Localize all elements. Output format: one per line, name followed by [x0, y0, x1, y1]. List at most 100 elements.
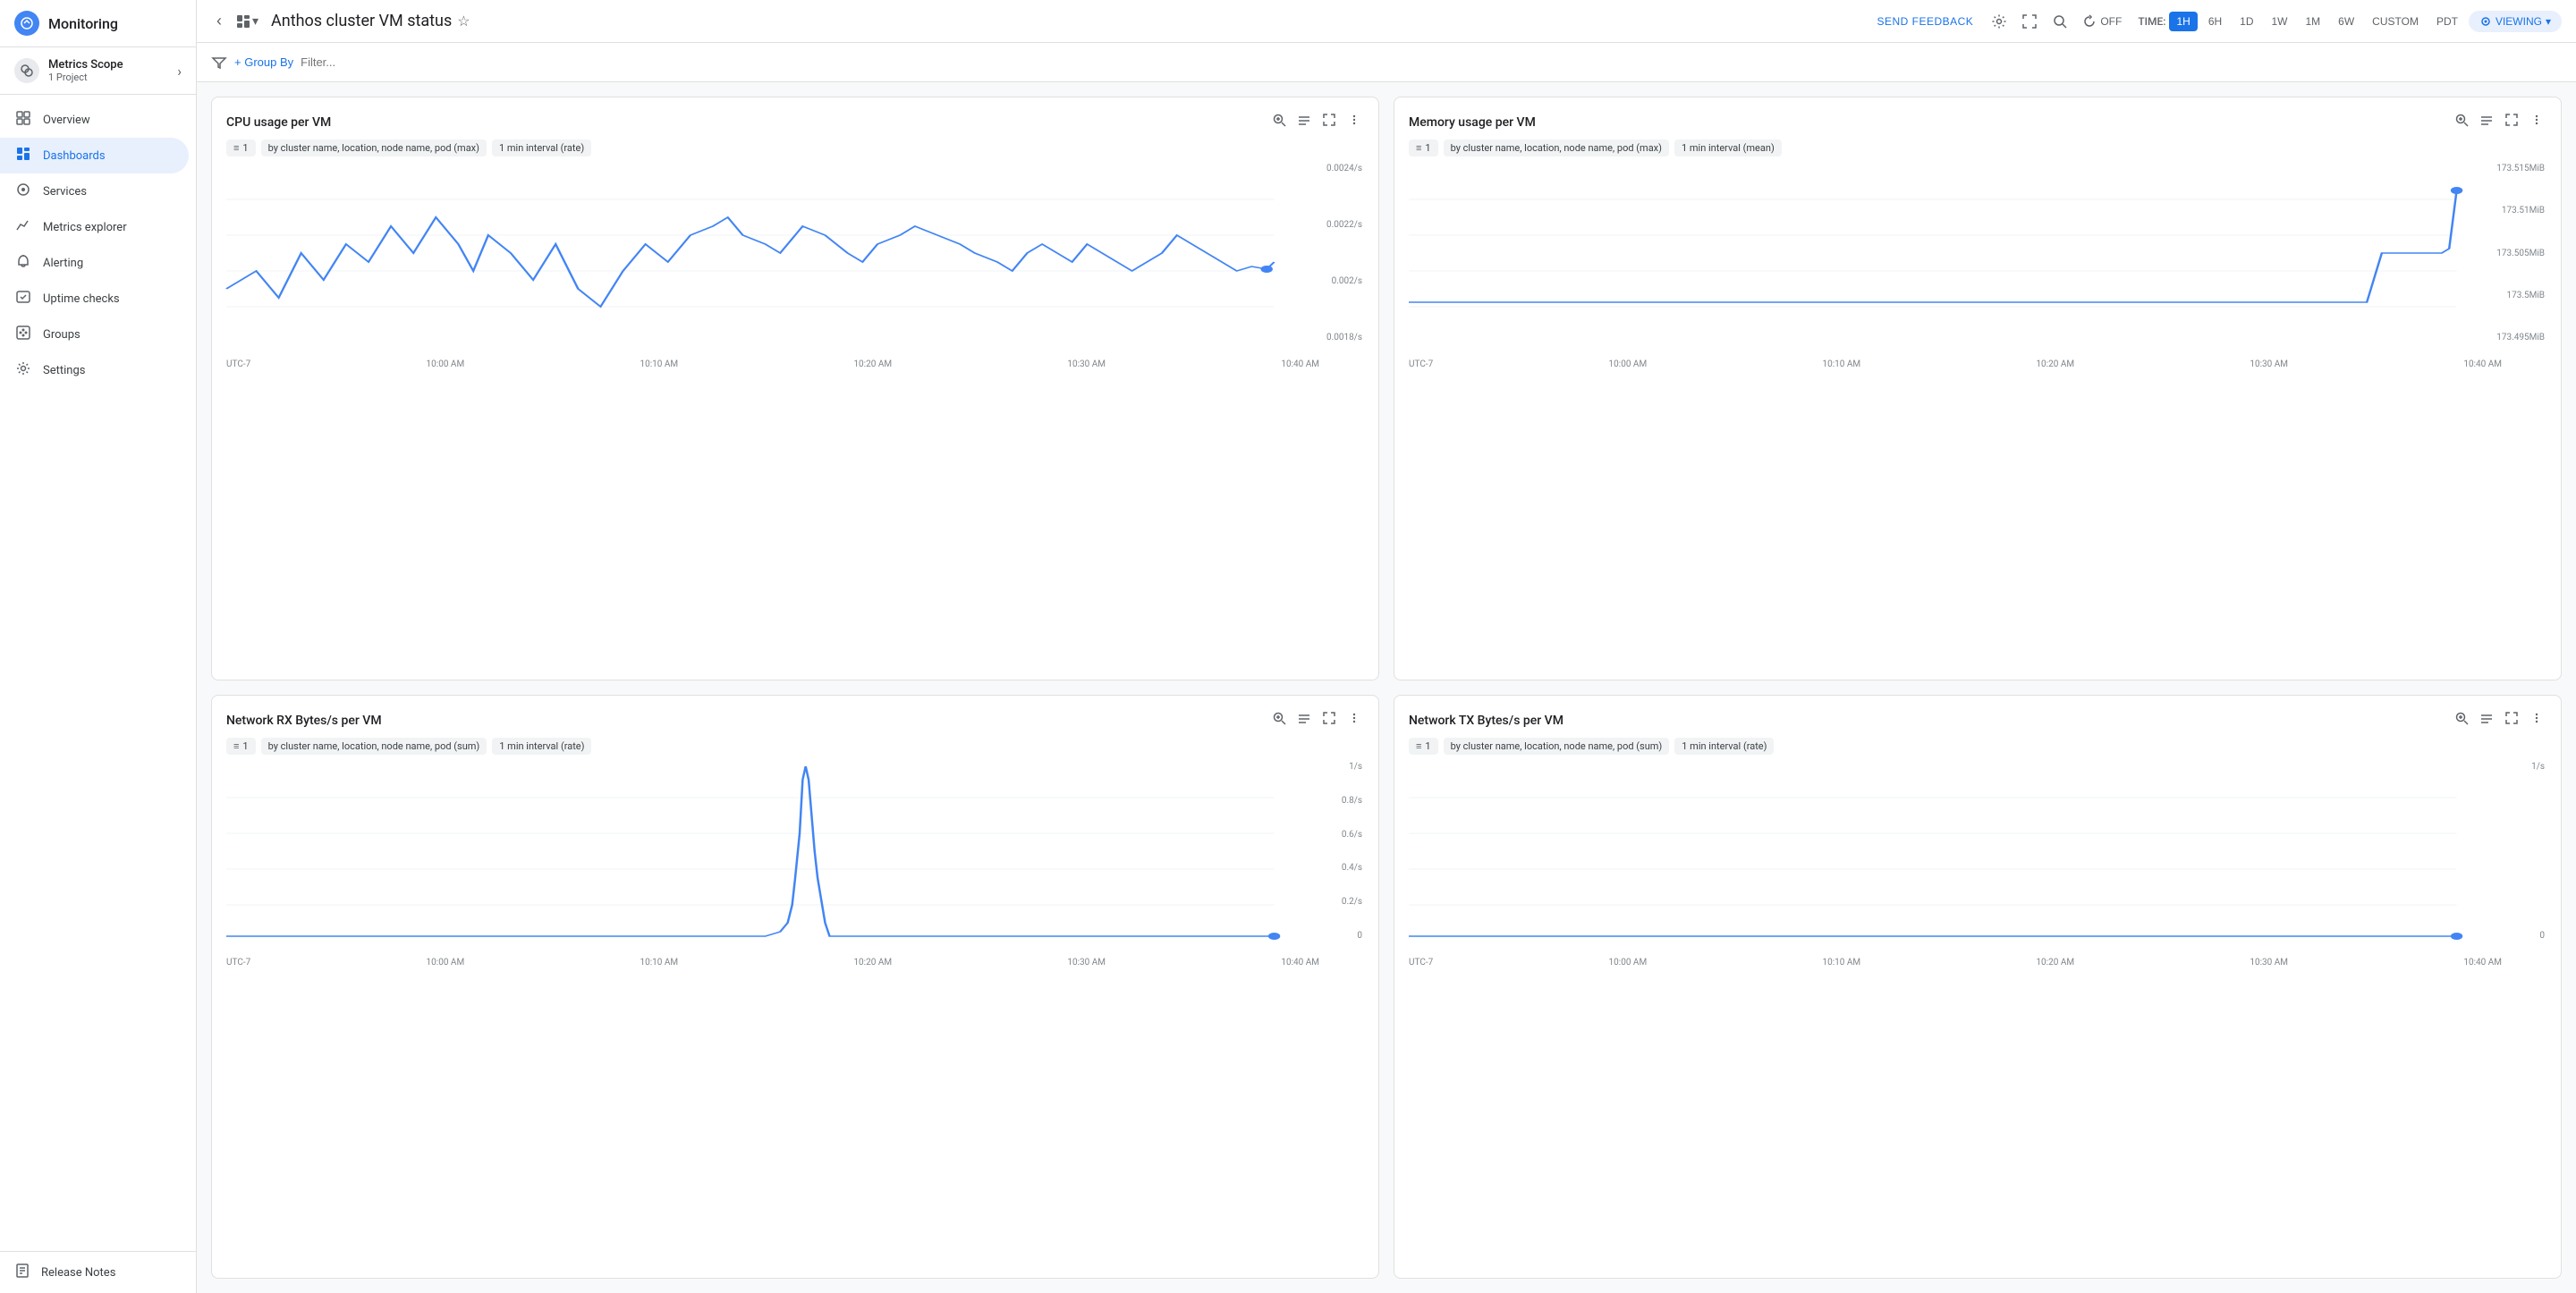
- time-1m-button[interactable]: 1M: [2299, 12, 2328, 31]
- auto-refresh-button[interactable]: OFF: [2077, 11, 2127, 32]
- cpu-chart-body: 0.0024/s 0.0022/s 0.002/s 0.0018/s UTC-7…: [212, 164, 1378, 680]
- cpu-usage-card: CPU usage per VM: [211, 97, 1379, 680]
- time-6h-button[interactable]: 6H: [2201, 12, 2229, 31]
- settings-label: Settings: [43, 364, 85, 377]
- filter-icon: [211, 55, 227, 71]
- cpu-interval-tag[interactable]: 1 min interval (rate): [492, 139, 591, 156]
- network-rx-filter-tag[interactable]: ≡ 1: [226, 738, 256, 755]
- star-icon[interactable]: ☆: [457, 13, 470, 30]
- filter-input[interactable]: [301, 55, 2562, 69]
- time-6w-button[interactable]: 6W: [2331, 12, 2361, 31]
- dashboard-picker-button[interactable]: ▾: [231, 10, 264, 32]
- back-button[interactable]: ‹: [211, 8, 227, 34]
- viewing-button[interactable]: VIEWING ▾: [2469, 11, 2562, 32]
- network-rx-groupby-tag[interactable]: by cluster name, location, node name, po…: [261, 738, 487, 755]
- network-tx-zoom-button[interactable]: [2452, 708, 2471, 732]
- viewing-label: VIEWING: [2496, 15, 2542, 28]
- sidebar-item-uptime-checks[interactable]: Uptime checks: [0, 281, 189, 317]
- cpu-zoom-button[interactable]: [1269, 110, 1289, 134]
- cpu-groupby-tag[interactable]: by cluster name, location, node name, po…: [261, 139, 487, 156]
- network-tx-legend-button[interactable]: [2477, 708, 2496, 732]
- memory-filter-tag[interactable]: ≡ 1: [1409, 139, 1438, 156]
- network-tx-chart-title: Network TX Bytes/s per VM: [1409, 714, 2445, 728]
- memory-chart-body: 173.515MiB 173.51MiB 173.505MiB 173.5MiB…: [1394, 164, 2561, 680]
- cpu-legend-button[interactable]: [1294, 110, 1314, 134]
- chevron-right-icon: ›: [177, 63, 182, 80]
- services-label: Services: [43, 185, 87, 199]
- search-button[interactable]: [2046, 8, 2073, 35]
- time-pdt-button[interactable]: PDT: [2429, 12, 2465, 31]
- network-tx-chart-header: Network TX Bytes/s per VM: [1394, 696, 2561, 738]
- memory-expand-button[interactable]: [2502, 110, 2521, 134]
- groups-icon: [14, 325, 32, 344]
- network-rx-zoom-button[interactable]: [1269, 708, 1289, 732]
- app-logo: [14, 11, 39, 36]
- sidebar-item-settings[interactable]: Settings: [0, 352, 189, 388]
- sidebar-nav: Overview Dashboards Services Metrics exp…: [0, 95, 196, 395]
- time-custom-button[interactable]: CUSTOM: [2365, 12, 2426, 31]
- viewing-chevron-icon: ▾: [2546, 15, 2551, 28]
- alerting-label: Alerting: [43, 257, 83, 270]
- time-1w-button[interactable]: 1W: [2265, 12, 2295, 31]
- dashboard-grid: CPU usage per VM: [197, 82, 2576, 1293]
- memory-chart-header: Memory usage per VM: [1394, 97, 2561, 139]
- network-rx-legend-button[interactable]: [1294, 708, 1314, 732]
- metrics-scope-icon: [14, 58, 39, 83]
- sidebar-app-header: Monitoring: [0, 0, 196, 47]
- network-rx-chart-header: Network RX Bytes/s per VM: [212, 696, 1378, 738]
- metrics-scope-subtitle: 1 Project: [48, 72, 168, 83]
- sidebar-release-notes[interactable]: Release Notes: [0, 1251, 196, 1293]
- cpu-chart-header: CPU usage per VM: [212, 97, 1378, 139]
- network-rx-more-button[interactable]: [1344, 708, 1364, 732]
- network-tx-filter-tag[interactable]: ≡ 1: [1409, 738, 1438, 755]
- cpu-more-button[interactable]: [1344, 110, 1364, 134]
- network-tx-chart-icons: [2452, 708, 2546, 732]
- sidebar-item-groups[interactable]: Groups: [0, 317, 189, 352]
- network-tx-more-button[interactable]: [2527, 708, 2546, 732]
- metrics-scope-section[interactable]: Metrics Scope 1 Project ›: [0, 47, 196, 95]
- settings-icon: [14, 360, 32, 380]
- network-rx-interval-tag[interactable]: 1 min interval (rate): [492, 738, 591, 755]
- memory-chart-title: Memory usage per VM: [1409, 115, 2445, 130]
- topbar-nav: ‹ ▾: [211, 8, 264, 34]
- memory-more-button[interactable]: [2527, 110, 2546, 134]
- fullscreen-button[interactable]: [2016, 8, 2043, 35]
- sidebar-item-alerting[interactable]: Alerting: [0, 245, 189, 281]
- time-1h-button[interactable]: 1H: [2169, 12, 2197, 31]
- network-tx-interval-tag[interactable]: 1 min interval (rate): [1674, 738, 1774, 755]
- metrics-explorer-label: Metrics explorer: [43, 221, 127, 234]
- dashboards-label: Dashboards: [43, 149, 106, 163]
- network-rx-chart-body: 1/s 0.8/s 0.6/s 0.4/s 0.2/s 0 UTC-7 10:0…: [212, 762, 1378, 1278]
- network-rx-chart-title: Network RX Bytes/s per VM: [226, 714, 1262, 728]
- sidebar-item-overview[interactable]: Overview: [0, 102, 189, 138]
- sidebar-item-dashboards[interactable]: Dashboards: [0, 138, 189, 173]
- cpu-expand-button[interactable]: [1319, 110, 1339, 134]
- release-notes-label: Release Notes: [41, 1266, 115, 1280]
- dashboards-icon: [14, 146, 32, 165]
- memory-interval-tag[interactable]: 1 min interval (mean): [1674, 139, 1782, 156]
- network-tx-groupby-tag[interactable]: by cluster name, location, node name, po…: [1444, 738, 1670, 755]
- app-name: Monitoring: [48, 15, 118, 32]
- network-tx-card: Network TX Bytes/s per VM: [1394, 695, 2562, 1279]
- memory-groupby-tag[interactable]: by cluster name, location, node name, po…: [1444, 139, 1669, 156]
- network-rx-chart-icons: [1269, 708, 1364, 732]
- cpu-chart-title: CPU usage per VM: [226, 115, 1262, 130]
- group-by-button[interactable]: + Group By: [234, 55, 293, 69]
- sidebar-item-services[interactable]: Services: [0, 173, 189, 209]
- cpu-filter-tag[interactable]: ≡ 1: [226, 139, 256, 156]
- memory-usage-card: Memory usage per VM: [1394, 97, 2562, 680]
- memory-zoom-button[interactable]: [2452, 110, 2471, 134]
- groups-label: Groups: [43, 328, 80, 342]
- off-label: OFF: [2100, 15, 2122, 28]
- network-rx-chart-tags: ≡ 1 by cluster name, location, node name…: [212, 738, 1378, 762]
- overview-icon: [14, 110, 32, 130]
- memory-chart-icons: [2452, 110, 2546, 134]
- network-rx-expand-button[interactable]: [1319, 708, 1339, 732]
- network-tx-expand-button[interactable]: [2502, 708, 2521, 732]
- alerting-icon: [14, 253, 32, 273]
- time-1d-button[interactable]: 1D: [2233, 12, 2260, 31]
- sidebar-item-metrics-explorer[interactable]: Metrics explorer: [0, 209, 189, 245]
- send-feedback-button[interactable]: SEND FEEDBACK: [1868, 10, 1982, 33]
- memory-legend-button[interactable]: [2477, 110, 2496, 134]
- settings-button[interactable]: [1986, 8, 2012, 35]
